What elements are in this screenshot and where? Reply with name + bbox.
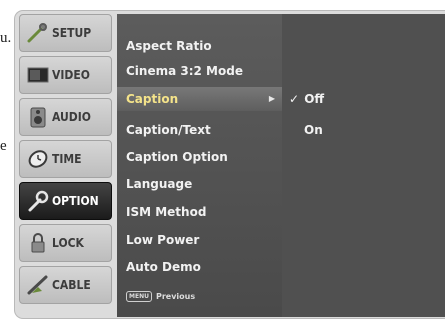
background-text-fragment: u.	[0, 30, 12, 46]
menu-item-label: Low Power	[126, 233, 200, 247]
menu-item-caption-option[interactable]: Caption Option	[117, 145, 282, 169]
category-tabs: SETUP VIDEO AUDIO TIME OPTION LOCK CABLE	[19, 14, 112, 304]
menu-item-label: Auto Demo	[126, 260, 201, 274]
menu-item-label: Cinema 3:2 Mode	[126, 64, 243, 78]
option-on[interactable]: On	[304, 118, 323, 142]
tab-time[interactable]: TIME	[19, 140, 112, 178]
tab-label: CABLE	[52, 278, 91, 292]
menu-item-auto-demo[interactable]: Auto Demo	[117, 255, 282, 279]
cable-icon	[25, 272, 51, 298]
menu-key-icon: MENU	[126, 291, 152, 302]
menu-item-label: ISM Method	[126, 205, 207, 219]
footer-previous-label: Previous	[155, 292, 196, 301]
setup-icon	[25, 20, 51, 46]
menu-footer: MENU Previous	[126, 291, 195, 302]
menu-item-label: Caption Option	[126, 150, 228, 164]
menu-item-caption[interactable]: Caption ▶	[117, 87, 282, 111]
audio-icon	[25, 104, 51, 130]
menu-item-aspect-ratio[interactable]: Aspect Ratio	[117, 34, 282, 58]
menu-item-label: Aspect Ratio	[126, 39, 212, 53]
lock-icon	[25, 230, 51, 256]
caption-submenu: ✓ Off On	[282, 14, 445, 317]
background-text-fragment: e	[0, 138, 7, 154]
tab-cable[interactable]: CABLE	[19, 266, 112, 304]
time-icon	[25, 146, 51, 172]
video-icon	[25, 62, 51, 88]
tab-label: VIDEO	[52, 68, 90, 82]
option-menu-list: Aspect Ratio Cinema 3:2 Mode Caption ▶ C…	[117, 14, 282, 317]
menu-item-label: Caption/Text	[126, 123, 211, 137]
tab-label: LOCK	[52, 236, 84, 250]
option-label: Off	[304, 92, 325, 106]
menu-item-label: Caption	[126, 92, 179, 106]
tab-setup[interactable]: SETUP	[19, 14, 112, 52]
menu-item-language[interactable]: Language	[117, 172, 282, 196]
tab-lock[interactable]: LOCK	[19, 224, 112, 262]
tab-label: OPTION	[52, 194, 99, 208]
tab-video[interactable]: VIDEO	[19, 56, 112, 94]
menu-item-label: Language	[126, 177, 193, 191]
submenu-arrow-icon: ▶	[268, 94, 275, 103]
option-icon	[25, 188, 51, 214]
menu-item-ism-method[interactable]: ISM Method	[117, 200, 282, 224]
tab-label: TIME	[52, 152, 82, 166]
tab-label: SETUP	[52, 26, 92, 40]
menu-item-cinema-mode[interactable]: Cinema 3:2 Mode	[117, 59, 282, 83]
tab-label: AUDIO	[52, 110, 91, 124]
tab-option[interactable]: OPTION	[19, 182, 112, 220]
tab-audio[interactable]: AUDIO	[19, 98, 112, 136]
option-label: On	[304, 123, 323, 137]
menu-panel: Aspect Ratio Cinema 3:2 Mode Caption ▶ C…	[117, 14, 445, 317]
option-off[interactable]: ✓ Off	[288, 87, 324, 111]
menu-item-low-power[interactable]: Low Power	[117, 228, 282, 252]
menu-item-caption-text[interactable]: Caption/Text	[117, 118, 282, 142]
checkmark-icon: ✓	[288, 92, 300, 106]
